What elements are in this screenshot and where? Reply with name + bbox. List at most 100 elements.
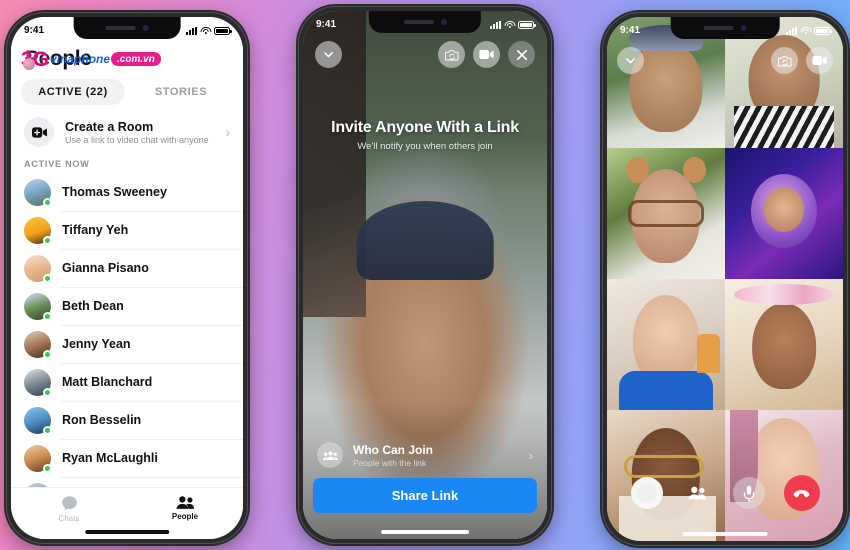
wifi-icon <box>800 26 811 35</box>
tab-stories[interactable]: STORIES <box>129 79 233 105</box>
chevron-right-icon: › <box>528 447 533 463</box>
phone-center-room-invite: 9:41 Invite Anyone With a Link We'll not… <box>296 4 554 546</box>
close-icon <box>516 49 527 60</box>
who-can-join-row[interactable]: Who Can Join People with the link › <box>313 442 537 478</box>
video-camera-icon <box>812 56 827 65</box>
people-icon <box>688 486 706 500</box>
page-title-row: People 3G vinaphone .com.vn <box>11 41 243 75</box>
invite-message: Invite Anyone With a Link We'll notify y… <box>303 119 547 152</box>
create-room-row[interactable]: Create a Room Use a link to video chat w… <box>11 111 243 157</box>
participant-tile[interactable] <box>725 279 843 410</box>
who-can-join-title: Who Can Join <box>353 442 433 457</box>
avatar <box>24 254 52 283</box>
list-item-label: Ron Besselin <box>62 413 142 427</box>
call-top-controls <box>315 41 535 68</box>
add-people-button[interactable] <box>682 477 714 509</box>
list-item[interactable]: Matt Blanchard <box>11 363 243 401</box>
invite-title: Invite Anyone With a Link <box>331 119 519 136</box>
battery-icon <box>518 20 536 29</box>
home-indicator <box>381 530 469 534</box>
participant-tile[interactable] <box>607 279 725 410</box>
minimize-button[interactable] <box>617 47 644 74</box>
list-item[interactable]: Beth Dean <box>11 287 243 325</box>
online-badge <box>43 273 52 283</box>
phone-left-messenger-people: 9:41 People 3G vinaphone .com.vn ACTIVE … <box>4 10 250 546</box>
list-item[interactable]: Ryan McLaughli <box>11 439 243 477</box>
camera-flip-icon <box>777 55 792 67</box>
camera-flip-icon <box>444 49 459 61</box>
avatar <box>24 444 52 473</box>
earpiece-speaker <box>105 26 136 30</box>
list-item[interactable]: Jenny Yean <box>11 325 243 363</box>
bear-ear-right-icon <box>682 157 707 184</box>
participant-tile[interactable] <box>725 148 843 279</box>
notch <box>368 11 482 33</box>
flip-camera-button[interactable] <box>771 47 798 74</box>
invite-subtitle: We'll notify you when others join <box>357 141 493 152</box>
avatar <box>24 292 52 321</box>
tab-active[interactable]: ACTIVE (22) <box>21 79 125 105</box>
list-item[interactable]: Tiffany Yeh <box>11 211 243 249</box>
online-badge <box>43 425 52 435</box>
chat-bubble-icon <box>61 496 77 511</box>
online-badge <box>43 197 52 207</box>
status-time: 9:41 <box>24 25 45 36</box>
people-group-icon <box>317 442 343 468</box>
avatar <box>24 178 52 207</box>
home-indicator <box>682 532 768 536</box>
who-can-join-subtitle: People with the link <box>353 457 427 468</box>
minimize-button[interactable] <box>315 41 342 68</box>
chevron-down-icon <box>626 58 635 64</box>
left-screen: 9:41 People 3G vinaphone .com.vn ACTIVE … <box>11 17 243 539</box>
online-badge <box>43 311 52 321</box>
people-list[interactable]: Thomas Sweeney Tiffany Yeh Gianna Pisano <box>11 173 243 487</box>
list-item[interactable]: Gianna Pisano <box>11 249 243 287</box>
participant-tile[interactable] <box>607 148 725 279</box>
tab-chats-label: Chats <box>58 514 80 523</box>
phone-right-group-call: 9:41 <box>600 10 850 548</box>
tab-chats[interactable]: Chats <box>11 495 127 523</box>
call-bottom-controls <box>607 475 843 511</box>
list-item[interactable]: Ron Besselin <box>11 401 243 439</box>
watermark-domain: .com.vn <box>111 52 161 66</box>
video-toggle-button[interactable] <box>473 41 500 68</box>
status-time: 9:41 <box>620 25 641 36</box>
notch <box>73 17 181 39</box>
online-badge <box>43 235 52 245</box>
people-icon <box>176 496 194 509</box>
flower-crown-icon <box>734 284 834 306</box>
microphone-button[interactable] <box>732 477 765 509</box>
call-top-controls <box>617 47 833 74</box>
create-room-subtitle: Use a link to video chat with anyone <box>65 134 209 145</box>
center-screen: 9:41 Invite Anyone With a Link We'll not… <box>303 11 547 539</box>
watermark-name: vinaphone <box>50 52 111 66</box>
share-link-button[interactable]: Share Link <box>313 478 537 513</box>
front-camera <box>440 19 447 25</box>
effects-button[interactable] <box>630 477 663 509</box>
list-item[interactable] <box>11 477 243 487</box>
earpiece-speaker <box>703 26 734 30</box>
cellular-bars-icon <box>490 20 501 29</box>
effects-circle-icon <box>636 483 657 503</box>
front-camera <box>142 25 149 31</box>
participant-grid <box>607 17 843 541</box>
chevron-right-icon: › <box>225 124 230 140</box>
list-item-label: Gianna Pisano <box>62 261 149 275</box>
create-room-title: Create a Room <box>65 119 154 134</box>
microphone-icon <box>743 485 754 502</box>
close-button[interactable] <box>508 41 535 68</box>
battery-icon <box>214 26 232 35</box>
tab-people[interactable]: People <box>127 495 243 521</box>
chevron-down-icon <box>324 52 333 58</box>
list-item[interactable]: Thomas Sweeney <box>11 173 243 211</box>
tab-people-label: People <box>171 512 199 521</box>
end-call-button[interactable] <box>783 475 820 511</box>
home-indicator <box>85 530 169 534</box>
right-screen: 9:41 <box>607 17 843 541</box>
video-toggle-button[interactable] <box>806 47 833 74</box>
online-badge <box>43 387 52 397</box>
list-item-label: Thomas Sweeney <box>62 185 167 199</box>
flip-camera-button[interactable] <box>438 41 465 68</box>
avatar <box>24 368 52 397</box>
list-item-label: Tiffany Yeh <box>62 223 129 237</box>
